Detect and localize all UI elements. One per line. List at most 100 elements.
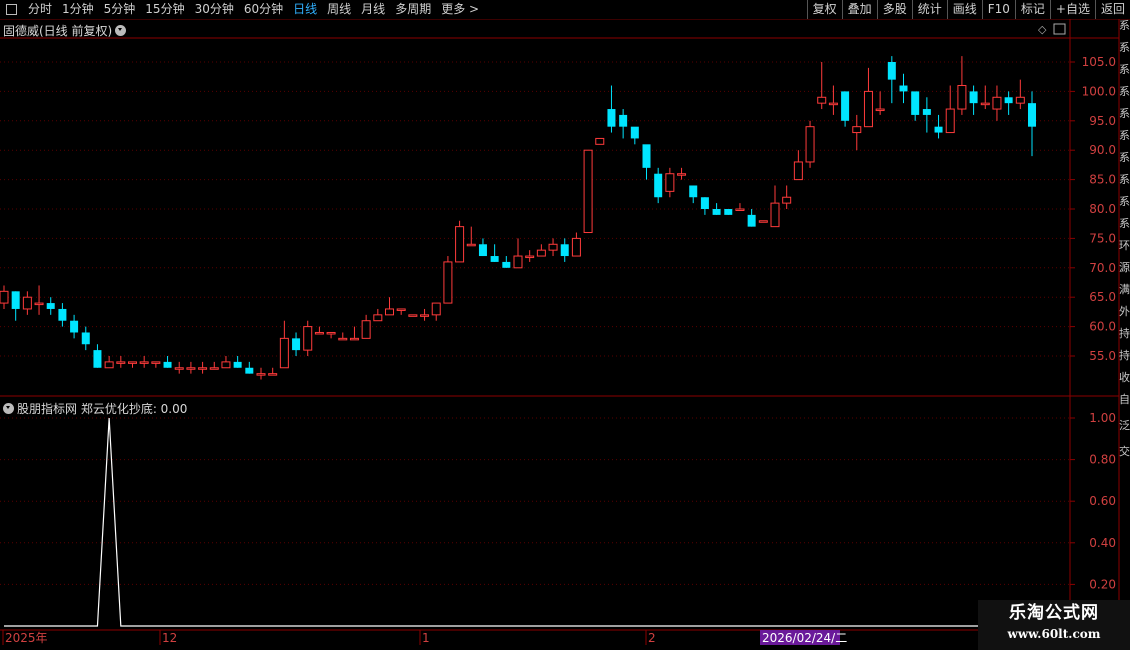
x-tick-label: 12 [162,631,177,645]
candle-body-down [70,320,79,333]
candle-body-up [22,296,32,310]
candle-body-up [793,161,803,181]
candle-body-down [1004,97,1013,104]
x-tick-label: 1 [422,631,430,645]
price-tick-label: 90.0 [1089,143,1116,157]
price-tick-label: 75.0 [1089,231,1116,245]
candle-body-up [677,173,687,176]
watermark-line2: www.60lt.com [1007,627,1101,641]
candle-body-down [502,261,511,268]
right-col-char: 系 [1119,217,1130,230]
candle-body-down [619,114,628,127]
candle-body-up [828,102,838,106]
candle-body-up [338,337,348,341]
candle-body-down [478,244,487,257]
price-tick-label: 105.0 [1082,55,1116,69]
candle-body-up [513,255,523,269]
right-col-char: 收 [1119,371,1130,384]
candle-body-down [46,303,55,309]
candle-body-up [1015,96,1025,104]
right-col-char: 持 [1119,327,1130,340]
candle-body-up [863,90,873,128]
x-tick-label: 2025年 [5,631,48,645]
candle-body-up [361,320,371,339]
candle-body-up [0,290,9,304]
watermark-logo: 乐淘公式网 www.60lt.com [978,600,1130,650]
right-col-char: 外 [1119,305,1130,318]
right-col-char: 系 [1119,107,1130,120]
candle-body-down [969,91,978,104]
candle-body-up [221,361,231,369]
candle-body-down [490,256,499,262]
indicator-tick-label: 0.20 [1089,577,1116,591]
candle-body-up [455,226,465,263]
price-tick-label: 55.0 [1089,349,1116,363]
candle-body-up [396,308,406,311]
candle-body-down [642,144,651,168]
candle-body-up [431,302,441,316]
watermark-line1: 乐淘公式网 [1009,603,1099,623]
candle-body-up [852,126,862,134]
candle-body-down [233,361,242,368]
candle-body-down [747,214,756,227]
candle-body-up [595,137,605,145]
candle-body-down [1028,103,1036,127]
candle-body-up [314,331,324,335]
candle-body-up [817,96,827,104]
candle-body-up [128,361,137,364]
candle-body-up [443,261,453,304]
indicator-dropdown-icon[interactable] [3,403,14,414]
candle-body-up [945,108,955,134]
candle-body-down [607,109,616,127]
candle-body-up [256,373,266,376]
cursor-date-label: 2026/02/24/二 [762,631,847,645]
candle-body-up [385,308,394,316]
indicator-panel-title: 股朋指标网 郑云优化抄底: 0.00 [3,400,187,417]
right-col-char: 系 [1119,63,1130,76]
candle-body-up [525,255,535,259]
candle-body-down [58,308,67,321]
price-tick-label: 70.0 [1089,261,1116,275]
candle-body-up [209,367,219,370]
candle-body-down [11,291,20,309]
candle-body-up [34,302,44,306]
candle-body-up [980,102,990,106]
candle-body-up [735,208,745,211]
price-tick-label: 80.0 [1089,202,1116,216]
candle-body-up [770,202,780,228]
right-col-char: 满 [1119,283,1130,296]
candle-body-up [548,243,558,251]
indicator-tick-label: 0.40 [1089,536,1116,550]
right-col-char: 交 [1119,445,1130,458]
candle-body-down [163,361,172,368]
right-col-char: 环 [1119,239,1130,252]
price-tick-label: 95.0 [1089,114,1116,128]
candle-body-down [560,244,569,257]
price-tick-label: 85.0 [1089,173,1116,187]
right-col-char: 自 [1119,393,1130,406]
candle-body-up [466,243,476,247]
kline-chart: 55.0 60.0 65.0 70.0 75.0 80.0 85.0 90.0 95.0 100.… [0,19,1120,650]
candle-body-down [292,338,301,351]
diamond-icon: ◇ [1038,23,1047,36]
candle-body-up [805,126,815,163]
price-tick-label: 60.0 [1089,320,1116,334]
candle-body-up [186,367,196,370]
indicator-tick-label: 0.60 [1089,494,1116,508]
candle-body-up [420,314,430,317]
candle-body-up [583,149,593,234]
right-col-char: 系 [1119,173,1130,186]
right-info-column: 系系系系系系系系系系环源满外持持收自泛交 [1119,19,1130,650]
candle-body-down [712,209,721,215]
price-tick-label: 65.0 [1089,290,1116,304]
price-tick-label: 100.0 [1082,84,1116,98]
panel-toggle-icon [1053,23,1066,35]
candle-body-up [571,237,581,257]
candle-body-up [349,337,359,341]
candle-body-up [782,196,792,204]
candle-body-down [81,332,90,345]
candle-body-up [957,85,967,110]
candle-body-up [303,326,313,351]
right-col-char: 源 [1119,261,1130,274]
indicator-line [4,417,1032,627]
